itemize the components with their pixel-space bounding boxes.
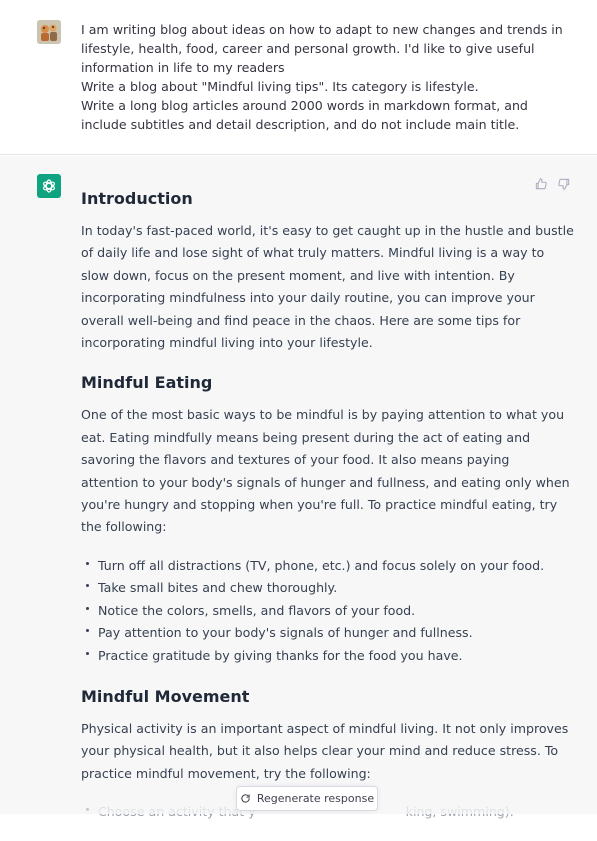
paragraph-line: the following: [81,519,167,535]
user-line: lifestyle, health, food, career and pers… [81,41,535,56]
section-paragraph: One of the most basic ways to be mindful… [81,404,570,538]
paragraph-line: incorporating mindful living into your l… [81,335,373,351]
section-heading: Introduction [81,189,193,208]
thumbs-down-button[interactable] [556,176,572,192]
user-line: include subtitles and detail description… [81,117,520,132]
user-line: information in life to my readers [81,60,285,75]
regenerate-label: Regenerate response [256,792,375,805]
openai-logo-icon [43,179,55,193]
paragraph-line: One of the most basic ways to be mindful… [81,407,565,423]
user-avatar-image [37,20,61,44]
paragraph-line: of daily life and lose sight of what tru… [81,245,545,261]
paragraph-line: overall well-being and find peace in the… [81,312,521,328]
user-line: Write a blog about "Mindful living tips"… [81,79,479,94]
paragraph-line: practice mindful movement, try the follo… [81,765,371,781]
user-line: I am writing blog about ideas on how to … [81,22,563,37]
section-heading: Mindful Movement [81,686,250,706]
bullet-list: Turn off all distractions (TV, phone, et… [81,555,544,667]
paragraph-line: your physical health, but it also helps … [81,743,559,759]
thumbs-up-button[interactable] [533,176,549,192]
user-message-text: I am writing blog about ideas on how to … [81,20,563,134]
thumbs-down-icon [558,178,570,190]
paragraph-line: slow down, focus on the present moment, … [81,267,515,283]
user-message: I am writing blog about ideas on how to … [0,0,597,155]
thumbs-up-icon [535,178,547,190]
list-item: Practice gratitude by giving thanks for … [81,645,531,667]
partial-text-left: Choose an activity that y [98,804,256,820]
regenerate-response-button[interactable]: Regenerate response [236,786,378,811]
paragraph-line: attention to your body's signals of hung… [81,474,570,490]
user-avatar [37,20,61,44]
paragraph-line: Physical activity is an important aspect… [81,720,569,736]
list-item: Pay attention to your body's signals of … [81,622,531,644]
assistant-message-content: Introduction In today's fast-paced world… [81,186,574,841]
section-paragraph: In today's fast-paced world, it's easy t… [81,220,574,354]
refresh-icon [241,794,250,803]
list-item: Turn off all distractions (TV, phone, et… [81,555,544,577]
list-item: Take small bites and chew thoroughly. [81,577,531,599]
section-paragraph: Physical activity is an important aspect… [81,718,569,785]
user-line: Write a long blog articles around 2000 w… [81,98,528,113]
paragraph-line: eat. Eating mindfully means being presen… [81,429,531,445]
paragraph-line: In today's fast-paced world, it's easy t… [81,223,574,238]
list-item: Notice the colors, smells, and flavors o… [81,600,531,622]
paragraph-line: you're hungry and stopping when you're f… [81,497,558,513]
paragraph-line: incorporating mindfulness into your dail… [81,290,535,306]
section-heading: Mindful Eating [81,373,213,393]
partial-text-right: king, swimming). [405,804,514,820]
paragraph-line: savoring the flavors and textures of you… [81,452,510,468]
assistant-avatar [37,174,61,198]
